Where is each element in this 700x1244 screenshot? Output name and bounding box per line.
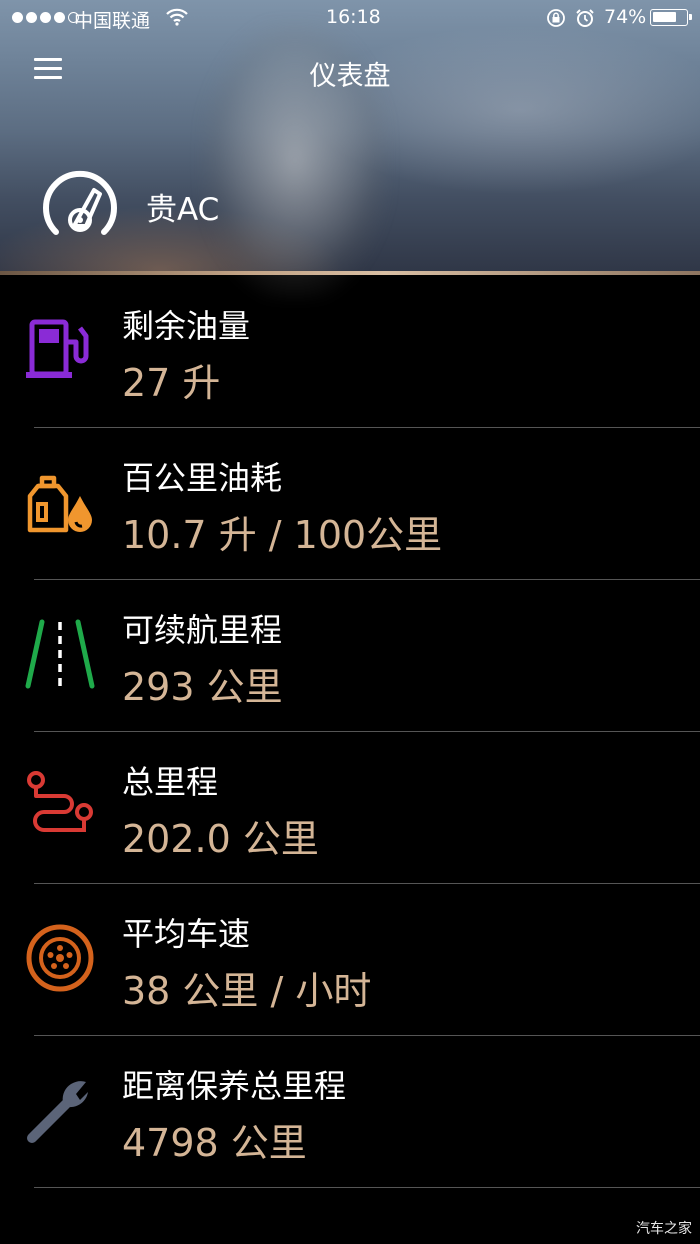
metric-value: 10.7 升 / 100公里 xyxy=(122,513,443,557)
header-divider xyxy=(0,271,700,275)
metric-maintenance-distance[interactable]: 距离保养总里程 4798 公里 xyxy=(0,1036,700,1188)
status-time: 16:18 xyxy=(326,6,381,28)
divider xyxy=(34,1187,700,1188)
metric-driving-range[interactable]: 可续航里程 293 公里 xyxy=(0,580,700,732)
metric-label: 剩余油量 xyxy=(122,307,251,345)
metric-remaining-fuel[interactable]: 剩余油量 27 升 xyxy=(0,276,700,428)
road-icon xyxy=(25,619,95,689)
vehicle-plate: 贵AC xyxy=(146,192,220,228)
status-bar: 中国联通 16:18 74% xyxy=(0,0,700,36)
metrics-list: 剩余油量 27 升 百公里油耗 10.7 升 / 100公里 可续航里程 293… xyxy=(0,276,700,1188)
carrier-name: 中国联通 xyxy=(74,10,151,32)
metric-value: 38 公里 / 小时 xyxy=(122,969,372,1013)
oil-can-icon xyxy=(27,475,92,533)
route-icon xyxy=(27,771,93,832)
metric-value: 202.0 公里 xyxy=(122,817,319,861)
metric-label: 平均车速 xyxy=(122,915,251,953)
signal-strength-icon xyxy=(12,12,79,23)
page-title: 仪表盘 xyxy=(309,61,391,92)
metric-label: 距离保养总里程 xyxy=(122,1067,347,1105)
battery-percent: 74% xyxy=(604,6,647,28)
fuel-pump-icon xyxy=(26,319,89,378)
wheel-icon xyxy=(26,924,94,992)
battery-icon xyxy=(650,9,692,26)
battery-level-fill xyxy=(653,12,676,22)
metric-value: 4798 公里 xyxy=(122,1121,307,1165)
metric-fuel-consumption[interactable]: 百公里油耗 10.7 升 / 100公里 xyxy=(0,428,700,580)
rotation-lock-icon xyxy=(547,9,565,27)
metric-value: 27 升 xyxy=(122,361,221,405)
watermark: 汽车之家 xyxy=(636,1221,692,1237)
metric-value: 293 公里 xyxy=(122,665,283,709)
wifi-icon xyxy=(166,8,188,26)
wrench-icon xyxy=(27,1081,88,1143)
alarm-icon xyxy=(576,9,594,27)
metric-total-mileage[interactable]: 总里程 202.0 公里 xyxy=(0,732,700,884)
metric-label: 可续航里程 xyxy=(122,611,283,649)
metric-average-speed[interactable]: 平均车速 38 公里 / 小时 xyxy=(0,884,700,1036)
dashboard-screen: 中国联通 16:18 74% 仪表盘 贵AC 剩余油量 27 升 百公里油耗 1… xyxy=(0,0,700,1244)
metric-label: 总里程 xyxy=(122,763,219,801)
metric-label: 百公里油耗 xyxy=(122,459,283,497)
speedometer-icon xyxy=(43,171,117,235)
